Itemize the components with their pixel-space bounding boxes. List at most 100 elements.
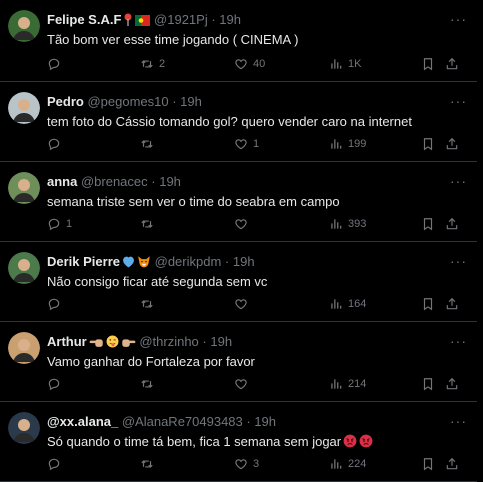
bookmark-button[interactable]: [421, 295, 435, 313]
share-button[interactable]: [445, 135, 459, 153]
more-options-icon[interactable]: ···: [450, 334, 467, 348]
bookmark-icon: [421, 217, 435, 231]
bookmark-button[interactable]: [421, 55, 435, 73]
timestamp[interactable]: 19h: [233, 254, 255, 269]
views-icon: [329, 217, 343, 231]
timestamp[interactable]: 19h: [254, 414, 276, 429]
avatar[interactable]: [8, 172, 40, 204]
scrollbar[interactable]: [477, 0, 483, 482]
username[interactable]: @thrzinho: [139, 334, 198, 349]
display-name[interactable]: anna: [47, 174, 77, 189]
angry-face-emoji: [359, 434, 373, 452]
views-button[interactable]: 214: [329, 375, 366, 393]
more-options-icon[interactable]: ···: [450, 174, 467, 188]
like-button[interactable]: 3: [234, 455, 259, 473]
share-button[interactable]: [445, 295, 459, 313]
retweet-icon: [140, 217, 154, 231]
more-options-icon[interactable]: ···: [450, 94, 467, 108]
tweet-header: Pedro @pegomes10 · 19h: [47, 94, 443, 110]
like-button[interactable]: 1: [234, 135, 259, 153]
views-button[interactable]: 224: [329, 455, 366, 473]
username[interactable]: @1921Pj: [154, 12, 208, 27]
more-options-icon[interactable]: ···: [450, 414, 467, 428]
avatar[interactable]: [8, 412, 40, 444]
bookmark-button[interactable]: [421, 455, 435, 473]
share-icon: [445, 217, 459, 231]
timestamp[interactable]: 19h: [180, 94, 202, 109]
separator-dot: ·: [168, 94, 181, 109]
display-name[interactable]: @xx.alana_: [47, 414, 118, 429]
reply-tweet[interactable]: anna @brenacec · 19h ··· semana triste sem…: [0, 162, 483, 242]
reply-icon: [47, 297, 61, 311]
views-count: 224: [348, 458, 367, 470]
bookmark-button[interactable]: [421, 215, 435, 233]
avatar[interactable]: [8, 332, 40, 364]
display-name[interactable]: Pedro: [47, 94, 84, 109]
reply-button[interactable]: [47, 295, 66, 313]
retweet-button[interactable]: [140, 215, 159, 233]
reply-tweet[interactable]: @xx.alana_ @AlanaRe70493483 · 19h ··· Só q…: [0, 402, 483, 482]
retweet-button[interactable]: [140, 295, 159, 313]
share-icon: [445, 377, 459, 391]
more-options-icon[interactable]: ···: [450, 254, 467, 268]
display-name[interactable]: Felipe S.A.F: [47, 12, 121, 27]
reply-button[interactable]: [47, 55, 66, 73]
views-button[interactable]: 1K: [329, 55, 361, 73]
share-button[interactable]: [445, 215, 459, 233]
reply-button[interactable]: [47, 455, 66, 473]
username[interactable]: @pegomes10: [87, 94, 168, 109]
views-button[interactable]: 164: [329, 295, 366, 313]
tweet-actions: 1 199: [47, 135, 471, 153]
reply-button[interactable]: [47, 375, 66, 393]
display-name[interactable]: Arthur: [47, 334, 87, 349]
views-icon: [329, 457, 343, 471]
fox-emoji: [137, 255, 151, 272]
tweet-text: semana triste sem ver o time do seabra e…: [47, 193, 467, 210]
like-button[interactable]: [234, 215, 253, 233]
bookmark-button[interactable]: [421, 135, 435, 153]
like-button[interactable]: [234, 295, 253, 313]
tweet-actions: 214: [47, 375, 471, 393]
views-button[interactable]: 393: [329, 215, 366, 233]
likes-count: 1: [253, 138, 260, 150]
avatar[interactable]: [8, 252, 40, 284]
retweet-button[interactable]: [140, 135, 159, 153]
timestamp[interactable]: 19h: [219, 12, 241, 27]
reply-tweet[interactable]: Arthur @thrzinho · 19h ··· Vamo ganhar do …: [0, 322, 483, 402]
more-options-icon[interactable]: ···: [450, 12, 467, 26]
views-button[interactable]: 199: [329, 135, 366, 153]
tweet-text: Vamo ganhar do Fortaleza por favor: [47, 353, 467, 370]
like-button[interactable]: [234, 375, 253, 393]
retweet-button[interactable]: [140, 455, 159, 473]
timestamp[interactable]: 19h: [210, 334, 232, 349]
bookmark-icon: [421, 137, 435, 151]
tweet-text-content: Vamo ganhar do Fortaleza por favor: [47, 354, 255, 369]
reply-tweet[interactable]: Felipe S.A.F @1921Pj · 19h ··· Tão bom ver…: [0, 0, 483, 82]
username[interactable]: @derikpdm: [155, 254, 222, 269]
timestamp[interactable]: 19h: [159, 174, 181, 189]
like-button[interactable]: 40: [234, 55, 265, 73]
bookmark-button[interactable]: [421, 375, 435, 393]
separator-dot: ·: [242, 414, 255, 429]
username[interactable]: @brenacec: [81, 174, 148, 189]
tweet-actions: 3 224: [47, 455, 471, 473]
share-button[interactable]: [445, 55, 459, 73]
tweet-text: Tão bom ver esse time jogando ( CINEMA ): [47, 31, 467, 48]
share-button[interactable]: [445, 455, 459, 473]
views-count: 1K: [348, 58, 362, 70]
display-name[interactable]: Derik Pierre: [47, 254, 120, 269]
share-button[interactable]: [445, 375, 459, 393]
reply-button[interactable]: 1: [47, 215, 72, 233]
reply-tweet[interactable]: Pedro @pegomes10 · 19h ··· tem foto do Cás…: [0, 82, 483, 162]
reply-feed: Felipe S.A.F @1921Pj · 19h ··· Tão bom ver…: [0, 0, 483, 482]
views-icon: [329, 297, 343, 311]
reply-tweet[interactable]: Derik Pierre @derikpdm · 19h ··· Não consi…: [0, 242, 483, 322]
tweet-text-content: semana triste sem ver o time do seabra e…: [47, 194, 340, 209]
reply-button[interactable]: [47, 135, 66, 153]
username[interactable]: @AlanaRe70493483: [122, 414, 243, 429]
avatar[interactable]: [8, 92, 40, 124]
avatar[interactable]: [8, 10, 40, 42]
tweet-text-content: Só quando o time tá bem, fica 1 semana s…: [47, 434, 342, 449]
retweet-button[interactable]: [140, 375, 159, 393]
retweet-button[interactable]: 2: [140, 55, 165, 73]
